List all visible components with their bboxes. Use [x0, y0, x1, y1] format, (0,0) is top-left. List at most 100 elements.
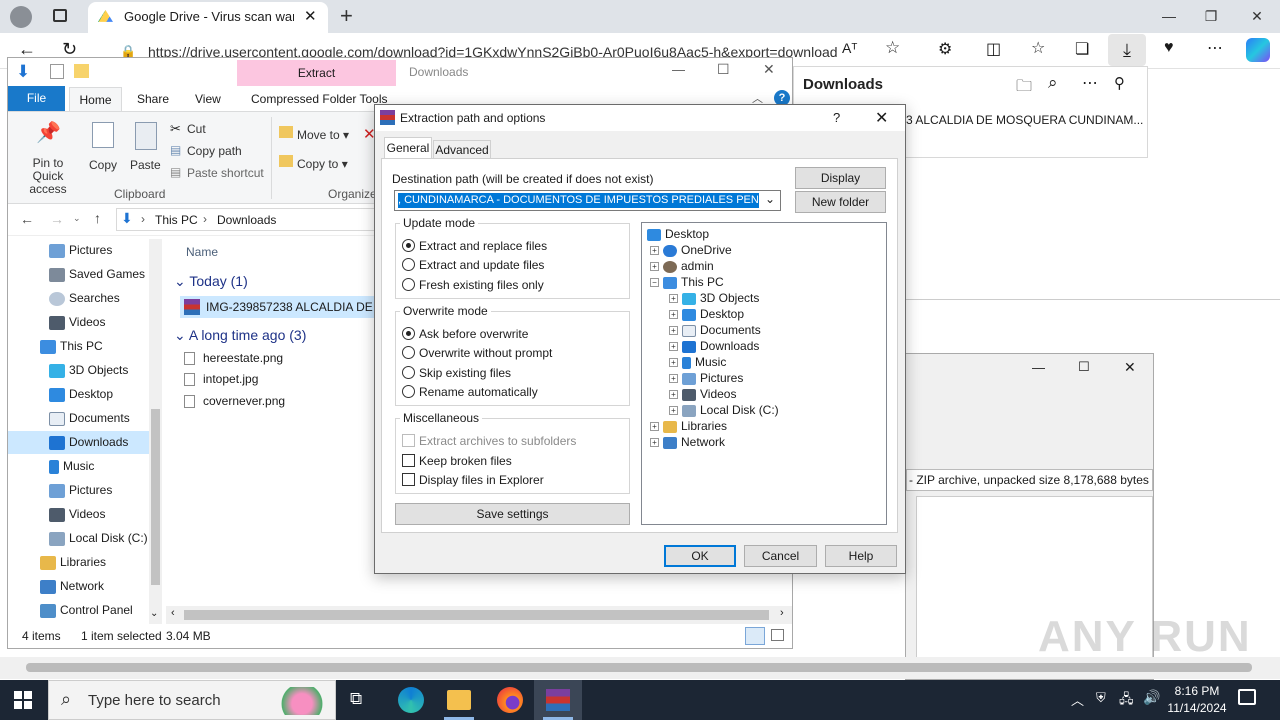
dialog-help-icon[interactable]: ? [833, 110, 840, 125]
clock-date[interactable]: 11/14/2024 [1164, 701, 1230, 715]
checkbox-extract-subfolders[interactable]: Extract archives to subfolders [402, 432, 576, 450]
pin-icon[interactable]: ⚲ [1114, 74, 1125, 92]
dialog-close-icon[interactable]: ✕ [875, 108, 888, 128]
nav-item-downloads[interactable]: Downloads [8, 431, 156, 454]
nav-item-videos[interactable]: Videos [8, 311, 148, 334]
nav-item-this-pc[interactable]: This PC [8, 335, 148, 358]
winrar-maximize-icon[interactable]: ☐ [1078, 359, 1090, 375]
checkbox-keep-broken[interactable]: Keep broken files [402, 452, 512, 470]
volume-icon[interactable]: 🔊 [1143, 689, 1160, 706]
tree-item-music[interactable]: + Music [669, 354, 726, 370]
windows-start-icon[interactable] [14, 691, 32, 709]
scrollbar-thumb[interactable] [184, 610, 769, 620]
winrar-minimize-icon[interactable]: — [1032, 360, 1045, 375]
ok-button[interactable]: OK [664, 545, 736, 567]
quick-access-icon[interactable]: ⬇ [16, 62, 30, 82]
breadcrumb-downloads[interactable]: Downloads [217, 213, 276, 227]
copy-path-button[interactable]: Copy path [187, 144, 242, 158]
cancel-button[interactable]: Cancel [744, 545, 817, 567]
tree-item-desktop-root[interactable]: Desktop [647, 226, 709, 242]
paste-shortcut-button[interactable]: Paste shortcut [187, 166, 264, 180]
tab-share[interactable]: Share [137, 92, 169, 106]
task-view-icon[interactable]: ⧉ [350, 689, 362, 709]
explorer-minimize-icon[interactable]: — [672, 62, 685, 77]
profile-avatar-icon[interactable] [10, 6, 32, 28]
cut-button[interactable]: Cut [187, 122, 206, 136]
up-icon[interactable]: ↑ [94, 210, 101, 226]
taskbar-search[interactable]: ⌕ Type here to search [48, 680, 336, 720]
display-button[interactable]: Display [795, 167, 886, 189]
tab-actions-icon[interactable] [53, 9, 67, 22]
radio-skip-existing[interactable]: Skip existing files [402, 364, 511, 382]
file-explorer-taskbar-icon[interactable] [447, 690, 471, 710]
file-row[interactable]: intopet.jpg [184, 372, 258, 392]
network-tray-icon[interactable]: 🖧 [1119, 690, 1134, 712]
dropdown-chevron-icon[interactable]: ⌄ [765, 192, 775, 206]
radio-extract-update[interactable]: Extract and update files [402, 256, 544, 274]
security-tray-icon[interactable]: ⛨ [1096, 690, 1106, 706]
destination-path-input[interactable]: , CUNDINAMARCA - DOCUMENTOS DE IMPUESTOS… [394, 190, 781, 211]
browser-essentials-icon[interactable]: ♥ [1164, 39, 1174, 57]
nav-item-videos-pc[interactable]: Videos [8, 503, 148, 526]
radio-extract-replace[interactable]: Extract and replace files [402, 237, 547, 255]
help-button[interactable]: Help [825, 545, 897, 567]
minimize-icon[interactable]: — [1146, 0, 1192, 32]
clock-time[interactable]: 8:16 PM [1166, 684, 1228, 698]
favorites-icon[interactable]: ☆ [1031, 38, 1045, 58]
winrar-taskbar-button[interactable] [534, 680, 582, 720]
more-menu-icon[interactable]: ⋯ [1207, 38, 1223, 58]
nav-item-music[interactable]: Music [8, 455, 148, 478]
properties-icon[interactable] [50, 64, 64, 79]
breadcrumb[interactable]: ⬇ › This PC › Downloads [116, 208, 378, 231]
copy-button[interactable]: Copy [89, 158, 117, 172]
explorer-close-icon[interactable]: ✕ [763, 61, 775, 78]
save-settings-button[interactable]: Save settings [395, 503, 630, 525]
tree-item-onedrive[interactable]: + OneDrive [650, 242, 732, 258]
tree-item-3d-objects[interactable]: +3D Objects [669, 290, 759, 306]
details-view-icon[interactable] [745, 627, 765, 645]
tab-compressed-folder-tools[interactable]: Compressed Folder Tools [251, 92, 388, 106]
folder-tree[interactable]: Desktop + OneDrive + admin − This PC +3D Ob… [641, 222, 887, 525]
scroll-right-icon[interactable]: › [780, 607, 784, 619]
radio-ask-before-overwrite[interactable]: Ask before overwrite [402, 325, 528, 343]
winrar-close-icon[interactable]: ✕ [1124, 359, 1136, 376]
recent-locations-icon[interactable]: ⌄ [73, 213, 81, 224]
close-window-icon[interactable]: ✕ [1234, 0, 1280, 32]
explorer-maximize-icon[interactable]: ☐ [717, 61, 730, 78]
new-tab-icon[interactable]: + [340, 3, 353, 29]
new-folder-icon[interactable] [74, 64, 89, 78]
scroll-down-icon[interactable]: ⌄ [150, 608, 158, 619]
file-row[interactable]: covernever.png [184, 394, 285, 414]
nav-item-searches[interactable]: Searches [8, 287, 148, 310]
nav-item-control-panel[interactable]: Control Panel [8, 599, 148, 622]
file-row-selected[interactable]: IMG-239857238 ALCALDIA DE M [180, 296, 386, 318]
tree-item-desktop[interactable]: + Desktop [669, 306, 744, 322]
radio-rename-automatically[interactable]: Rename automatically [402, 383, 538, 401]
tree-item-admin[interactable]: + admin [650, 258, 714, 274]
restore-icon[interactable]: ❐ [1188, 0, 1234, 32]
radio-overwrite-without-prompt[interactable]: Overwrite without prompt [402, 344, 552, 362]
show-hidden-icons-icon[interactable]: ︿ [1071, 690, 1084, 709]
extensions-icon[interactable]: ⚙ [938, 39, 952, 59]
move-to-button[interactable]: Move to ▾ [297, 128, 349, 142]
nav-scrollbar-thumb[interactable] [151, 409, 160, 585]
browser-scrollbar-thumb[interactable] [26, 663, 1252, 672]
close-tab-icon[interactable]: ✕ [304, 7, 317, 25]
nav-item-network[interactable]: Network [8, 575, 148, 598]
forward-nav-icon[interactable]: → [50, 211, 64, 227]
edge-icon[interactable] [398, 687, 424, 713]
tab-file[interactable]: File [8, 86, 65, 111]
back-nav-icon[interactable]: ← [20, 211, 34, 227]
copy-to-button[interactable]: Copy to ▾ [297, 157, 348, 171]
extract-context-tab[interactable]: Extract [237, 60, 396, 86]
more-options-icon[interactable]: ⋯ [1082, 73, 1098, 93]
new-folder-button[interactable]: New folder [795, 191, 886, 213]
split-screen-icon[interactable]: ◫ [986, 39, 1001, 59]
tree-item-this-pc[interactable]: − This PC [650, 274, 724, 290]
tree-item-network[interactable]: + Network [650, 434, 725, 450]
tree-item-documents[interactable]: + Documents [669, 322, 761, 338]
notifications-icon[interactable] [1238, 689, 1256, 705]
file-row[interactable]: hereestate.png [184, 351, 283, 371]
large-icons-view-icon[interactable] [771, 629, 784, 641]
nav-item-local-disk[interactable]: Local Disk (C:) [8, 527, 148, 550]
